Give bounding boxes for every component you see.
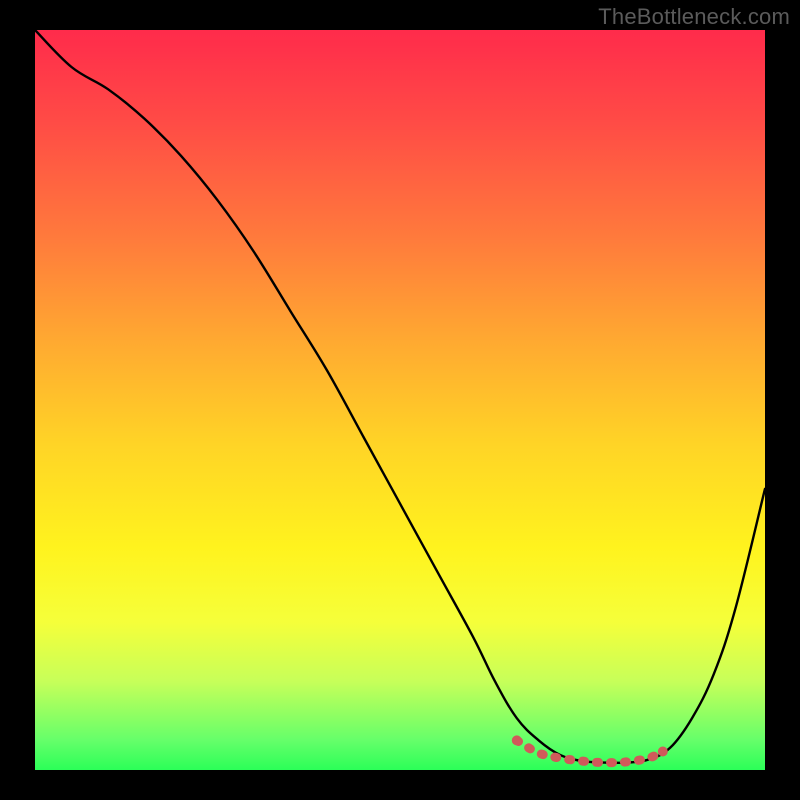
optimal-plateau-path: [517, 740, 663, 762]
plateau-start-dot: [512, 735, 522, 745]
bottleneck-curve: [35, 30, 765, 770]
plateau-end-dot: [658, 747, 668, 757]
watermark-text: TheBottleneck.com: [598, 4, 790, 30]
gradient-plot-area: [35, 30, 765, 770]
bottleneck-curve-path: [35, 30, 765, 763]
